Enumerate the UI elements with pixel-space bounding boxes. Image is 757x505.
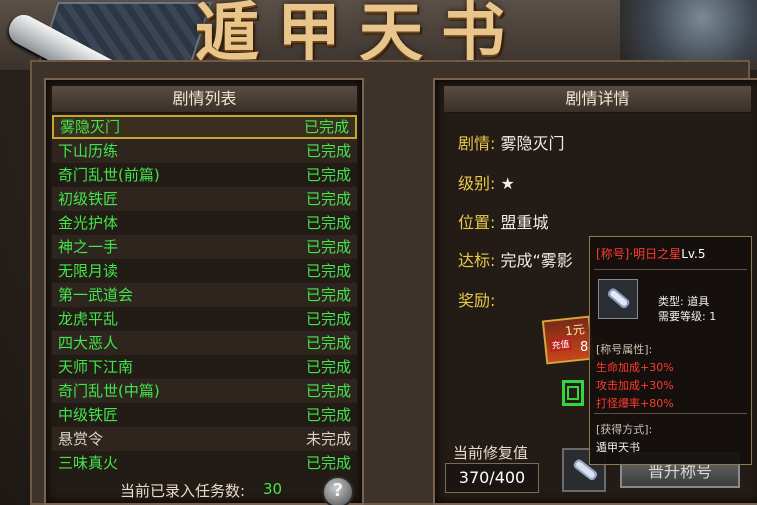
quest-row[interactable]: 下山历练 已完成 <box>52 139 357 163</box>
quest-row[interactable]: 第一武道会 已完成 <box>52 283 357 307</box>
tooltip-title-level: Lv.5 <box>681 247 706 261</box>
quest-status: 已完成 <box>305 310 351 328</box>
quest-row[interactable]: 无限月读 已完成 <box>52 259 357 283</box>
quest-name: 第一武道会 <box>58 286 134 304</box>
quest-detail-title: 剧情详情 <box>444 86 751 113</box>
tooltip-divider <box>594 269 747 270</box>
quest-status: 已完成 <box>305 454 351 472</box>
quest-status: 已完成 <box>305 358 351 376</box>
quest-row[interactable]: 奇门乱世(中篇) 已完成 <box>52 379 357 403</box>
tooltip-attr-drop: 打怪爆率+80% <box>596 397 674 410</box>
quest-row[interactable]: 金光护体 已完成 <box>52 211 357 235</box>
quest-row[interactable]: 雾隐灭门 已完成 <box>52 115 357 139</box>
detail-level-value: ★ <box>500 174 515 193</box>
quest-row[interactable]: 奇门乱世(前篇) 已完成 <box>52 163 357 187</box>
quest-name: 下山历练 <box>58 142 119 160</box>
detail-goal-label: 达标: <box>458 251 496 270</box>
detail-reward: 奖励: <box>458 287 495 311</box>
quest-status: 已完成 <box>305 238 351 256</box>
quest-name: 雾隐灭门 <box>60 118 121 136</box>
quest-name: 四大恶人 <box>58 334 119 352</box>
tooltip-divider <box>594 413 747 414</box>
quest-name: 天师下江南 <box>58 358 134 376</box>
quest-name: 中级铁匠 <box>58 406 119 424</box>
quest-name: 奇门乱世(前篇) <box>58 166 160 184</box>
quest-row[interactable]: 天师下江南 已完成 <box>52 355 357 379</box>
help-button[interactable]: ? <box>322 476 354 505</box>
quest-status: 已完成 <box>305 262 351 280</box>
quest-name: 三味真火 <box>58 454 119 472</box>
quest-row[interactable]: 初级铁匠 已完成 <box>52 187 357 211</box>
quest-name: 无限月读 <box>58 262 119 280</box>
quest-row[interactable]: 中级铁匠 已完成 <box>52 403 357 427</box>
quest-list-title: 剧情列表 <box>52 86 357 113</box>
game-window: 遁甲天书 剧情列表 雾隐灭门 已完成 下山历练 已完成 奇门乱世(前篇) 已完成 初级铁匠已… <box>0 0 757 505</box>
detail-goal-value: 完成“雾影 <box>500 251 573 270</box>
quest-status: 未完成 <box>305 430 351 448</box>
quest-row[interactable]: 神之一手 已完成 <box>52 235 357 259</box>
detail-level-label: 级别: <box>458 174 496 193</box>
repair-label: 当前修复值 <box>453 444 529 462</box>
quest-status: 已完成 <box>305 214 351 232</box>
quest-name: 神之一手 <box>58 238 119 256</box>
quest-status: 已完成 <box>305 166 351 184</box>
detail-goal: 达标: 完成“雾影 <box>458 247 573 271</box>
quest-name: 初级铁匠 <box>58 190 119 208</box>
quest-count-value: 30 <box>263 480 283 498</box>
tooltip-title: [称号]·明日之星Lv.5 <box>596 245 706 262</box>
quest-status: 已完成 <box>305 286 351 304</box>
quest-name: 龙虎平乱 <box>58 310 119 328</box>
tooltip-attr-header: [称号属性]: <box>596 343 653 356</box>
tooltip-source-header: [获得方式]: <box>596 423 653 436</box>
item-tooltip: [称号]·明日之星Lv.5 类型: 道具 需要等级: 1 [称号属性]: 生命加… <box>589 236 752 465</box>
quest-count-label: 当前已录入任务数: <box>120 482 246 500</box>
tooltip-type: 类型: 道具 <box>658 295 710 308</box>
detail-location: 位置: 盟重城 <box>458 209 549 233</box>
detail-location-value: 盟重城 <box>500 213 549 232</box>
quest-status: 已完成 <box>303 118 349 136</box>
detail-plot: 剧情: 雾隐灭门 <box>458 130 565 154</box>
detail-level: 级别: ★ <box>458 170 515 194</box>
quest-status: 已完成 <box>305 382 351 400</box>
detail-reward-label: 奖励: <box>458 291 496 310</box>
quest-row[interactable]: 三味真火 已完成 <box>52 451 357 475</box>
repair-value: 370/400 <box>445 463 539 493</box>
reward-coupon-sub: 充值 <box>548 336 573 352</box>
tooltip-attr-attack: 攻击加成+30% <box>596 379 674 392</box>
detail-location-label: 位置: <box>458 213 496 232</box>
quest-status: 已完成 <box>305 334 351 352</box>
detail-plot-value: 雾隐灭门 <box>500 134 565 153</box>
detail-plot-label: 剧情: <box>458 134 496 153</box>
quest-status: 已完成 <box>305 406 351 424</box>
quest-row[interactable]: 四大恶人 已完成 <box>52 331 357 355</box>
quest-list: 雾隐灭门 已完成 下山历练 已完成 奇门乱世(前篇) 已完成 初级铁匠 已完成 金光护体 已完成神… <box>52 115 357 475</box>
tooltip-required-level: 需要等级: 1 <box>658 310 717 323</box>
reward-slot-inner <box>567 386 579 400</box>
quest-name: 金光护体 <box>58 214 119 232</box>
quest-status: 已完成 <box>305 142 351 160</box>
quest-name: 悬赏令 <box>58 430 104 448</box>
tooltip-title-name: [称号]·明日之星 <box>596 247 682 261</box>
tooltip-item-icon <box>598 279 638 319</box>
reward-count: 8 <box>580 340 589 355</box>
scroll-icon <box>607 288 630 309</box>
tooltip-attr-hp: 生命加成+30% <box>596 361 674 374</box>
quest-name: 奇门乱世(中篇) <box>58 382 160 400</box>
tooltip-source-value: 遁甲天书 <box>596 441 640 454</box>
quest-row[interactable]: 悬赏令 未完成 <box>52 427 357 451</box>
quest-row[interactable]: 龙虎平乱 已完成 <box>52 307 357 331</box>
quest-status: 已完成 <box>305 190 351 208</box>
